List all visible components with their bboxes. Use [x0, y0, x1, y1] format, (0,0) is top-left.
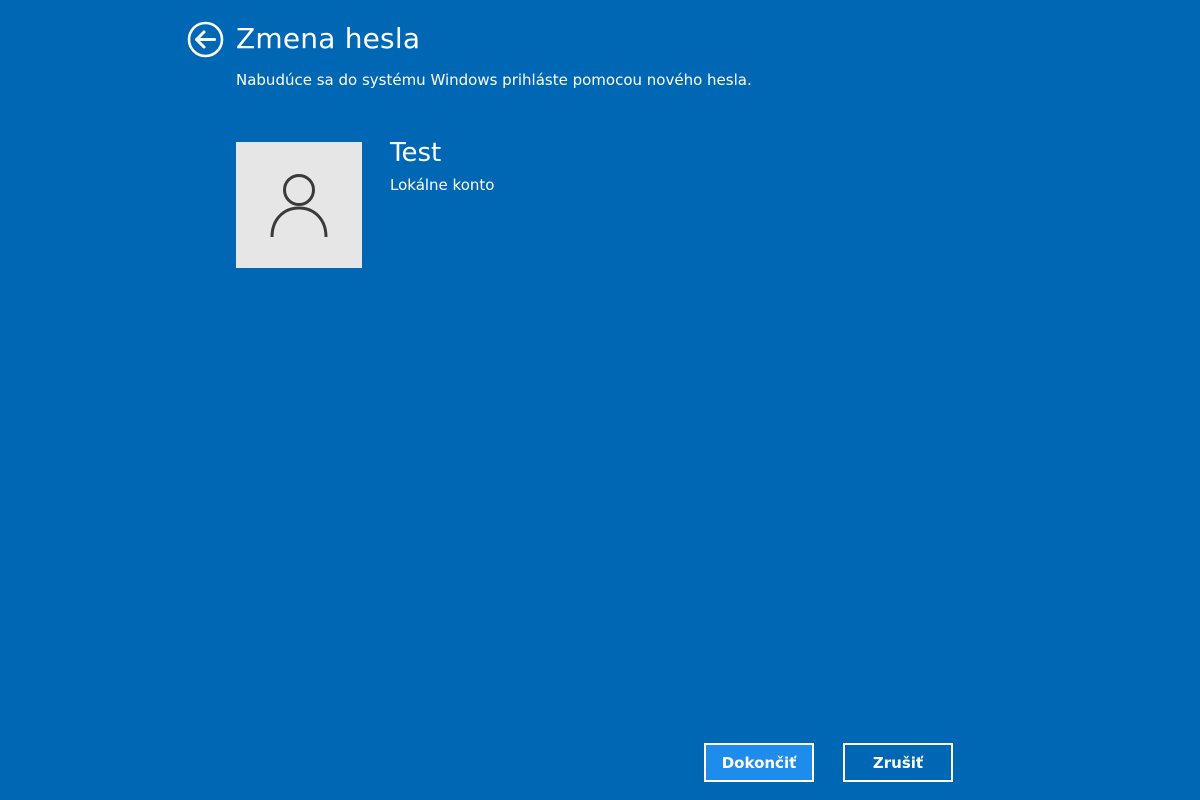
finish-button[interactable]: Dokončiť: [704, 743, 814, 782]
user-name: Test: [390, 138, 442, 168]
page-subtitle: Nabudúce sa do systému Windows prihláste…: [236, 71, 752, 89]
change-password-page: Zmena hesla Nabudúce sa do systému Windo…: [0, 0, 1200, 800]
back-arrow-circle-icon: [187, 21, 224, 58]
avatar: [236, 142, 362, 268]
account-type: Lokálne konto: [390, 176, 495, 194]
back-button[interactable]: [187, 21, 224, 58]
cancel-button[interactable]: Zrušiť: [843, 743, 953, 782]
page-title: Zmena hesla: [236, 22, 421, 55]
user-silhouette-icon: [270, 174, 328, 238]
